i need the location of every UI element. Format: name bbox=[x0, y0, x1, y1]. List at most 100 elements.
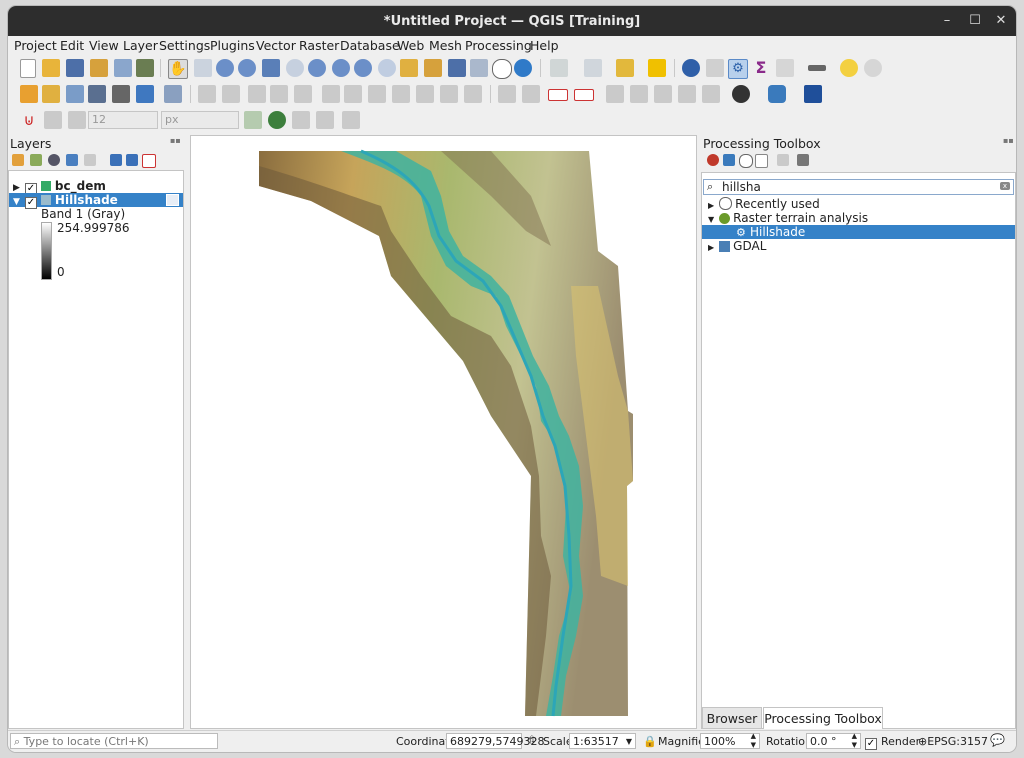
results-viewer-icon[interactable] bbox=[755, 154, 768, 168]
show-bookmarks-icon[interactable] bbox=[470, 59, 488, 77]
text-annotation-icon[interactable] bbox=[864, 59, 882, 77]
history-icon[interactable] bbox=[739, 154, 753, 168]
menu-view[interactable]: View bbox=[89, 38, 119, 53]
current-edits-icon[interactable] bbox=[222, 85, 240, 103]
expand-arrow-icon[interactable]: ▶ bbox=[13, 183, 20, 193]
tab-processing-toolbox[interactable]: Processing Toolbox bbox=[763, 707, 883, 729]
python-console-icon[interactable] bbox=[768, 85, 786, 103]
remove-layer-icon[interactable] bbox=[142, 154, 156, 168]
field-calculator-icon[interactable] bbox=[776, 59, 794, 77]
coordinate-field[interactable]: 689279,5749328 bbox=[446, 733, 544, 749]
new-project-icon[interactable] bbox=[20, 59, 36, 78]
tracing-icon[interactable] bbox=[342, 111, 360, 129]
pan-hand-icon[interactable]: ✋ bbox=[168, 59, 188, 79]
identify-icon[interactable] bbox=[682, 59, 700, 77]
style-manager-icon[interactable] bbox=[136, 59, 154, 77]
processing-gear-icon[interactable]: ⚙ bbox=[728, 59, 748, 79]
pin-labels-icon[interactable] bbox=[606, 85, 624, 103]
open-styling-icon[interactable] bbox=[12, 154, 24, 166]
add-feature-icon[interactable] bbox=[270, 85, 288, 103]
zoom-last-icon[interactable] bbox=[354, 59, 372, 77]
lock-scale-icon[interactable]: ⛗ bbox=[527, 733, 537, 748]
zoom-out-icon[interactable] bbox=[238, 59, 256, 77]
delete-selected-icon[interactable] bbox=[344, 85, 362, 103]
clear-search-icon[interactable]: x bbox=[1000, 182, 1010, 190]
expand-arrow-icon[interactable]: ▶ bbox=[708, 201, 714, 210]
snapping-magnet-icon[interactable]: ⊍ bbox=[20, 111, 38, 129]
attribute-table-icon[interactable] bbox=[706, 59, 724, 77]
plugin-icon[interactable] bbox=[732, 85, 750, 103]
close-button[interactable]: ✕ bbox=[992, 12, 1010, 30]
crs-button[interactable]: ⊕EPSG:3157 bbox=[918, 735, 988, 748]
new-geopackage-icon[interactable] bbox=[42, 85, 60, 103]
rotate-label-icon[interactable] bbox=[678, 85, 696, 103]
maximize-button[interactable]: ☐ bbox=[966, 12, 984, 30]
collapse-arrow-icon[interactable]: ▼ bbox=[708, 215, 714, 224]
edit-features-in-place-icon[interactable] bbox=[777, 154, 789, 166]
data-source-manager-icon[interactable] bbox=[20, 85, 38, 103]
zoom-next-icon[interactable] bbox=[378, 59, 396, 77]
tree-item-recently-used[interactable]: ▶ Recently used bbox=[708, 197, 820, 211]
change-label-icon[interactable] bbox=[702, 85, 720, 103]
render-check[interactable]: ✓ bbox=[865, 738, 877, 750]
modify-attributes-icon[interactable] bbox=[322, 85, 340, 103]
statistics-sigma-icon[interactable]: Σ bbox=[752, 59, 770, 77]
add-mesh-icon[interactable] bbox=[136, 85, 154, 103]
paste-features-icon[interactable] bbox=[416, 85, 434, 103]
select-location-icon[interactable] bbox=[648, 59, 666, 77]
self-snapping-icon[interactable] bbox=[316, 111, 334, 129]
layer-indicator-icon[interactable] bbox=[166, 194, 179, 206]
toolbox-search-input[interactable]: ⌕ hillsha x bbox=[703, 179, 1014, 195]
menu-edit[interactable]: Edit bbox=[60, 38, 84, 53]
render-checkbox[interactable]: ✓ Render bbox=[865, 735, 920, 750]
spatial-bookmark-icon[interactable] bbox=[448, 59, 466, 77]
locate-input[interactable]: ⌕ Type to locate (Ctrl+K) bbox=[10, 733, 218, 749]
rotation-input[interactable]: 0.0 ° ▲ ▼ bbox=[806, 732, 861, 749]
menu-layer[interactable]: Layer bbox=[123, 38, 158, 53]
save-project-icon[interactable] bbox=[66, 59, 84, 77]
digitize-icon[interactable] bbox=[88, 85, 106, 103]
toggle-editing-icon[interactable] bbox=[198, 85, 216, 103]
diagram-abc-icon[interactable] bbox=[574, 89, 594, 101]
panel-dock-icon[interactable]: ▪▪ bbox=[1003, 136, 1014, 145]
new-map-view-icon[interactable] bbox=[400, 59, 418, 77]
snapping-type-icon[interactable] bbox=[68, 111, 86, 129]
menu-vector[interactable]: Vector bbox=[256, 38, 296, 53]
zoom-native-icon[interactable] bbox=[332, 59, 350, 77]
tree-item-raster-terrain[interactable]: ▼ Raster terrain analysis bbox=[708, 211, 868, 225]
refresh-icon[interactable] bbox=[514, 59, 532, 77]
magnifier-input[interactable]: 100% ▲ ▼ bbox=[700, 732, 760, 749]
menu-plugins[interactable]: Plugins bbox=[210, 38, 255, 53]
models-icon[interactable] bbox=[707, 154, 719, 166]
tree-item-gdal[interactable]: ▶ GDAL bbox=[708, 239, 766, 253]
tab-browser[interactable]: Browser bbox=[702, 707, 762, 729]
zoom-full-icon[interactable] bbox=[262, 59, 280, 77]
scale-select[interactable]: 1:63517 ▼ bbox=[569, 733, 636, 749]
manage-themes-icon[interactable] bbox=[48, 154, 60, 166]
undo-icon[interactable] bbox=[440, 85, 458, 103]
move-label-icon[interactable] bbox=[654, 85, 672, 103]
help-contents-icon[interactable] bbox=[804, 85, 822, 103]
topological-editing-icon[interactable] bbox=[244, 111, 262, 129]
collapse-all-icon[interactable] bbox=[126, 154, 138, 166]
copy-features-icon[interactable] bbox=[392, 85, 410, 103]
new-3d-view-icon[interactable] bbox=[424, 59, 442, 77]
redo-icon[interactable] bbox=[464, 85, 482, 103]
save-as-icon[interactable] bbox=[90, 59, 108, 77]
zoom-in-icon[interactable] bbox=[216, 59, 234, 77]
print-layout-icon[interactable] bbox=[114, 59, 132, 77]
menu-project[interactable]: Project bbox=[14, 38, 57, 53]
vertex-tool-icon[interactable] bbox=[294, 85, 312, 103]
filter-legend-icon[interactable] bbox=[66, 154, 78, 166]
options-wrench-icon[interactable] bbox=[797, 154, 809, 166]
zoom-selection-icon[interactable] bbox=[286, 59, 304, 77]
pan-to-selection-icon[interactable] bbox=[194, 59, 212, 77]
save-edits-icon[interactable] bbox=[248, 85, 266, 103]
menu-web[interactable]: Web bbox=[397, 38, 424, 53]
add-vector-layer-icon[interactable] bbox=[66, 85, 84, 103]
select-by-value-icon[interactable] bbox=[584, 59, 602, 77]
deselect-features-icon[interactable] bbox=[616, 59, 634, 77]
menu-database[interactable]: Database bbox=[340, 38, 400, 53]
snapping-mode-icon[interactable] bbox=[44, 111, 62, 129]
layer-item-bc-dem[interactable]: ▶ ✓ bc_dem bbox=[13, 179, 183, 195]
